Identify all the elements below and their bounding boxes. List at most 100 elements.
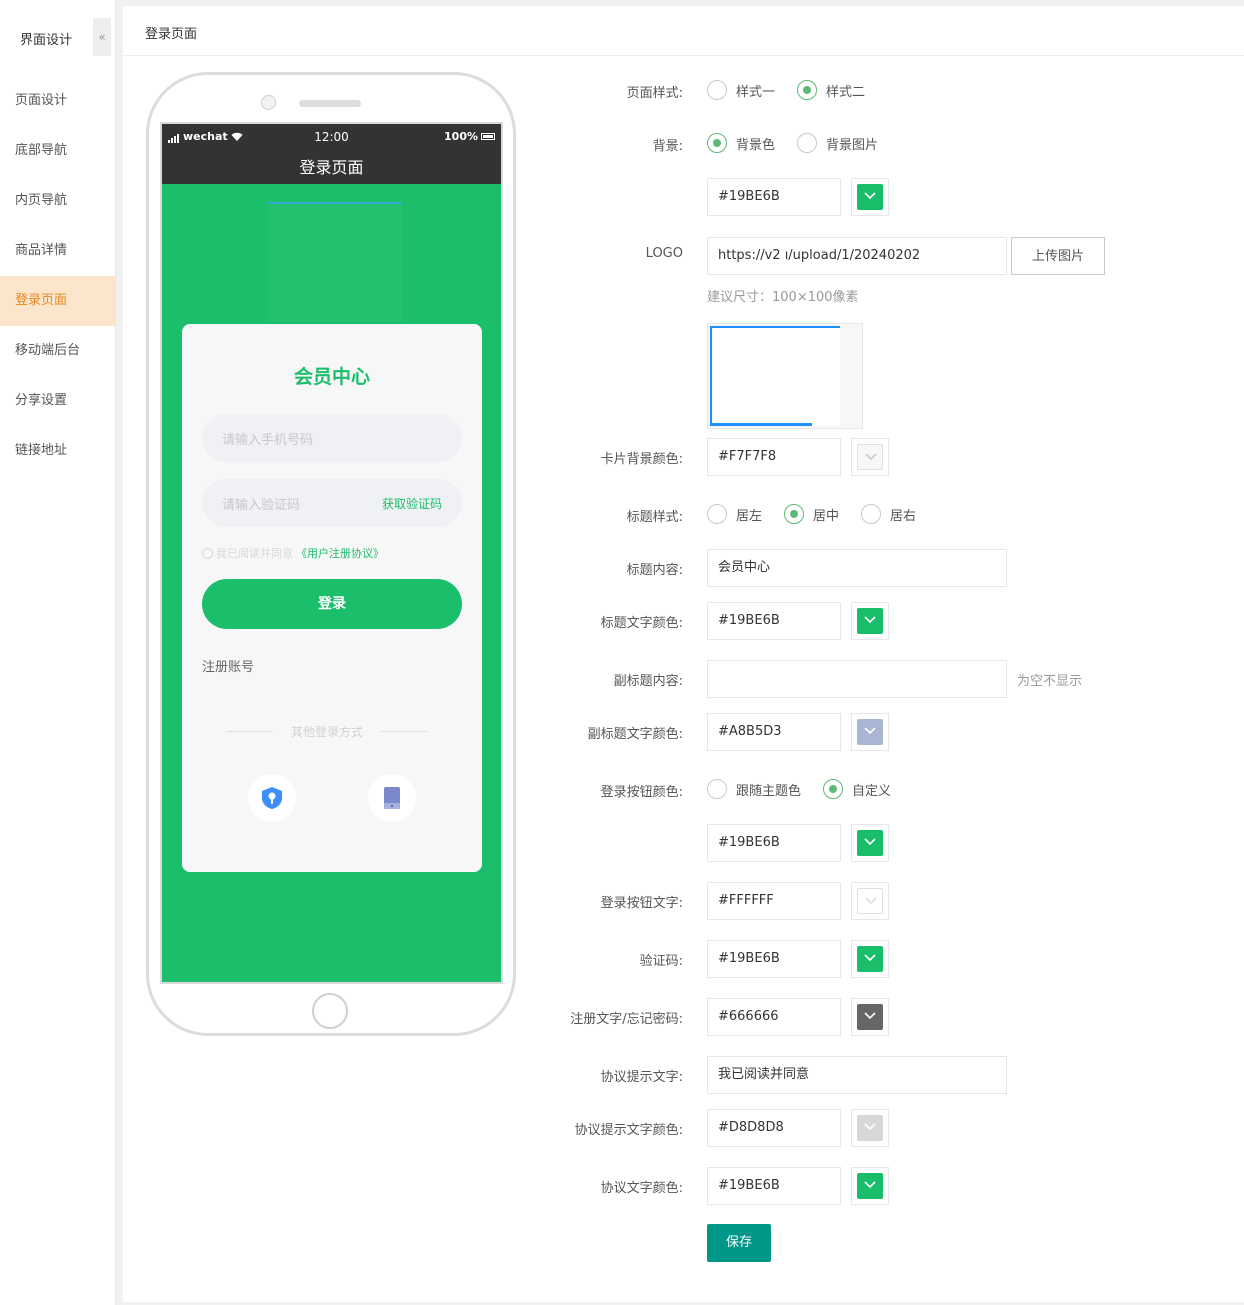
register-link[interactable]: 注册账号 [202, 656, 254, 675]
radio-bg-color[interactable]: 背景色 [707, 133, 775, 153]
card-title: 会员中心 [293, 366, 370, 388]
code-input[interactable]: 请输入验证码 获取验证码 [202, 479, 462, 527]
radio-style-2[interactable]: 样式二 [797, 80, 865, 100]
agree-text: 我已阅读并同意 [216, 547, 293, 560]
login-btn-text-input[interactable]: #FFFFFF [707, 882, 841, 920]
radio-follow-theme[interactable]: 跟随主题色 [707, 779, 801, 799]
chevron-down-icon [864, 727, 876, 735]
code-color-picker[interactable] [851, 940, 889, 978]
agree-color-picker[interactable] [851, 1109, 889, 1147]
sidebar-item-bottom-nav[interactable]: 底部导航 [0, 126, 115, 176]
get-code-button[interactable]: 获取验证码 [382, 495, 442, 512]
title-color-input[interactable]: #19BE6B [707, 602, 841, 640]
subtitle-color-picker[interactable] [851, 713, 889, 751]
sidebar-title: 界面设计 [20, 33, 73, 48]
label-background: 背景: [652, 139, 683, 154]
code-placeholder: 请输入验证码 [222, 498, 301, 513]
phone-input[interactable]: 请输入手机号码 [202, 414, 462, 462]
title-color-picker[interactable] [851, 602, 889, 640]
label-subtitle-content: 副标题内容: [613, 674, 683, 689]
agree-color-input[interactable]: #D8D8D8 [707, 1109, 841, 1147]
radio-custom[interactable]: 自定义 [823, 779, 891, 799]
subtitle-hint: 为空不显示 [1017, 674, 1083, 689]
upload-image-button[interactable]: 上传图片 [1011, 237, 1105, 275]
radio-style-1[interactable]: 样式一 [707, 80, 775, 100]
collapse-icon[interactable]: « [93, 18, 111, 56]
chevron-down-icon [864, 838, 876, 846]
login-card: 会员中心 请输入手机号码 请输入验证码 获取验证码 我已阅读并同意 《用户注册协… [182, 324, 482, 872]
radio-align-right[interactable]: 居右 [861, 504, 916, 524]
card-bg-input[interactable]: #F7F7F8 [707, 438, 841, 476]
radio-align-center[interactable]: 居中 [784, 504, 839, 524]
label-login-btn-color: 登录按钮颜色: [600, 785, 683, 800]
phone-screen: wechat 12:00 100% 登录页面 会员中心 请输入手机号码 请输入验… [160, 122, 503, 984]
status-bar: wechat 12:00 100% 登录页面 [162, 124, 501, 184]
battery-label: 100% [444, 130, 478, 143]
battery-icon [481, 133, 495, 140]
label-logo: LOGO [645, 246, 683, 261]
chevron-down-icon [864, 192, 876, 200]
label-title-color: 标题文字颜色: [600, 616, 683, 631]
agree-checkbox[interactable] [202, 547, 213, 559]
subtitle-color-input[interactable]: #A8B5D3 [707, 713, 841, 751]
sidebar-item-login-page[interactable]: 登录页面 [0, 276, 115, 326]
radio-label: 样式一 [736, 84, 776, 100]
chevron-down-icon [865, 453, 877, 461]
radio-label: 背景色 [736, 137, 776, 153]
save-button[interactable]: 保存 [707, 1224, 771, 1262]
sidebar-item-product-detail[interactable]: 商品详情 [0, 226, 115, 276]
agree-text-input[interactable]: 我已阅读并同意 [707, 1056, 1007, 1094]
radio-label: 背景图片 [826, 137, 879, 153]
login-btn-color-input[interactable]: #19BE6B [707, 824, 841, 862]
radio-bg-image[interactable]: 背景图片 [797, 133, 878, 153]
login-button[interactable]: 登录 [202, 579, 462, 629]
code-color-input[interactable]: #19BE6B [707, 940, 841, 978]
bg-color-picker[interactable] [851, 178, 889, 216]
sidebar-item-share-settings[interactable]: 分享设置 [0, 376, 115, 426]
label-agree-text: 协议提示文字: [600, 1070, 683, 1085]
shield-key-icon[interactable] [248, 774, 296, 822]
page: 界面设计 « 页面设计 底部导航 内页导航 商品详情 登录页面 移动端后台 分享… [0, 0, 1244, 1305]
logo-url-input[interactable]: https://v2 ı/upload/1/20240202 [707, 237, 1007, 275]
title-content-input[interactable]: 会员中心 [707, 549, 1007, 587]
sidebar: 界面设计 « 页面设计 底部导航 内页导航 商品详情 登录页面 移动端后台 分享… [0, 0, 116, 1305]
other-login-divider: 其他登录方式 [227, 723, 427, 740]
radio-label: 跟随主题色 [736, 783, 802, 799]
label-agree-color: 协议提示文字颜色: [574, 1123, 683, 1138]
label-register-color: 注册文字/忘记密码: [570, 1012, 683, 1027]
camera-icon [261, 95, 276, 110]
login-btn-color-radios: 跟随主题色 自定义 [707, 779, 913, 799]
page-title: 登录页面 [123, 6, 1244, 56]
radio-align-left[interactable]: 居左 [707, 504, 762, 524]
login-btn-text-picker[interactable] [851, 882, 889, 920]
register-color-input[interactable]: #666666 [707, 998, 841, 1036]
sidebar-item-inner-nav[interactable]: 内页导航 [0, 176, 115, 226]
agreement-row: 我已阅读并同意 《用户注册协议》 [202, 545, 384, 561]
sidebar-item-link-address[interactable]: 链接地址 [0, 426, 115, 476]
card-bg-picker[interactable] [851, 438, 889, 476]
sidebar-item-page-design[interactable]: 页面设计 [0, 76, 115, 126]
label-code-color: 验证码: [639, 954, 683, 969]
label-subtitle-color: 副标题文字颜色: [587, 727, 683, 742]
logo-preview-image [707, 323, 863, 429]
sidebar-item-mobile-admin[interactable]: 移动端后台 [0, 326, 115, 376]
protocol-color-input[interactable]: #19BE6B [707, 1167, 841, 1205]
radio-label: 自定义 [852, 783, 892, 799]
main-panel: 登录页面 wechat 12:00 100% 登录页面 会员中心 请输入手机号码… [123, 6, 1244, 1302]
register-color-picker[interactable] [851, 998, 889, 1036]
bg-color-input[interactable]: #19BE6B [707, 178, 841, 216]
subtitle-content-input[interactable] [707, 660, 1007, 698]
chevron-down-icon [864, 616, 876, 624]
label-title-style: 标题样式: [626, 510, 683, 525]
chevron-down-icon [864, 954, 876, 962]
protocol-color-picker[interactable] [851, 1167, 889, 1205]
phone-preview: wechat 12:00 100% 登录页面 会员中心 请输入手机号码 请输入验… [146, 72, 516, 1036]
login-btn-color-picker[interactable] [851, 824, 889, 862]
speaker-icon [299, 100, 361, 107]
sidebar-header: 界面设计 « [0, 0, 115, 76]
protocol-link[interactable]: 《用户注册协议》 [296, 545, 384, 561]
radio-label: 居右 [890, 508, 917, 524]
tablet-icon[interactable] [368, 774, 416, 822]
label-page-style: 页面样式: [626, 86, 683, 101]
label-protocol-color: 协议文字颜色: [600, 1181, 683, 1196]
